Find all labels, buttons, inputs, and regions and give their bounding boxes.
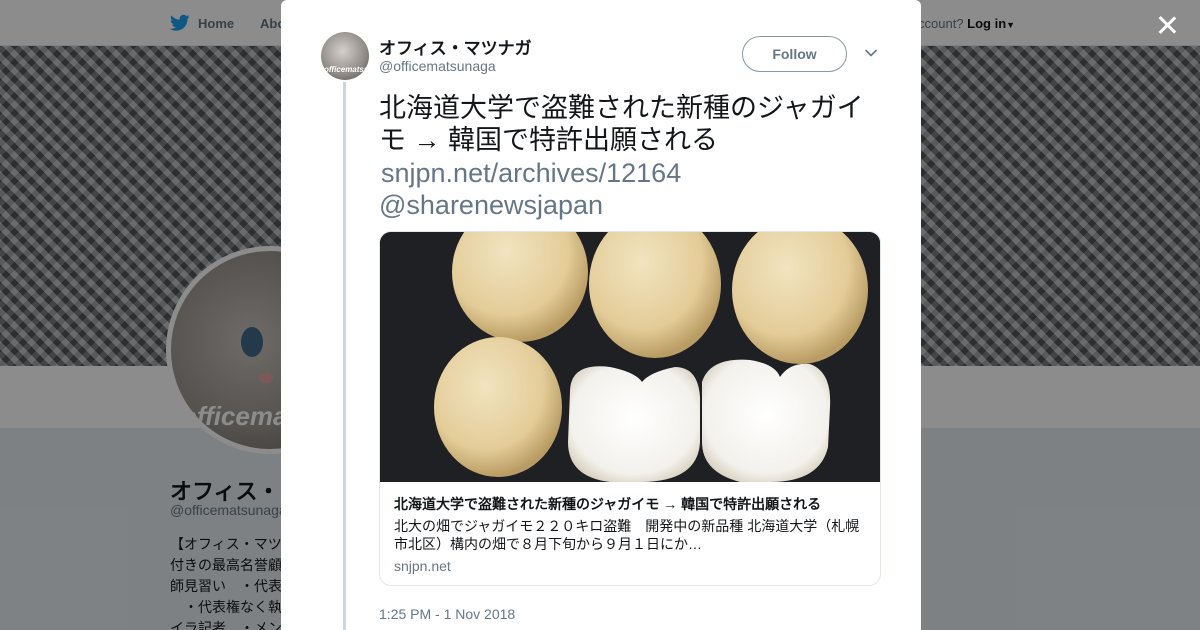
card-title: 北海道大学で盗難された新種のジャガイモ → 韓国で特許出願される [394,496,822,512]
follow-button[interactable]: Follow [742,36,847,72]
tweet-text: 北海道大学で盗難された新種のジャガイモ → 韓国で特許出願される [379,93,864,155]
close-icon[interactable] [1154,12,1180,38]
thread-line [343,82,346,630]
tweet-timestamp[interactable]: 1:25 PM - 1 Nov 2018 [379,606,515,622]
link-preview-card[interactable]: 北海道大学で盗難された新種のジャガイモ → 韓国で特許出願される 北大の畑でジャ… [379,231,881,586]
tweet-author-name[interactable]: オフィス・マツナガ [379,34,532,59]
card-image-potatoes [380,232,880,482]
tweet-author-avatar[interactable]: officematsunaga [321,32,369,80]
tweet-link[interactable]: snjpn.net/archives/12164 [381,157,681,189]
tweet-modal: officematsunaga オフィス・マツナガ @officematsuna… [281,0,921,630]
tweet-mention[interactable]: @sharenewsjapan [379,189,603,221]
chevron-down-icon[interactable] [864,46,878,60]
card-domain: snjpn.net [394,558,451,574]
card-description: 北大の畑でジャガイモ２２０キロ盗難 開発中の新品種 北海道大学（札幌市北区）構内… [394,518,860,552]
tweet-author-handle[interactable]: @officematsunaga [379,58,496,74]
tweet-avatar-watermark: officematsunaga [324,65,369,74]
